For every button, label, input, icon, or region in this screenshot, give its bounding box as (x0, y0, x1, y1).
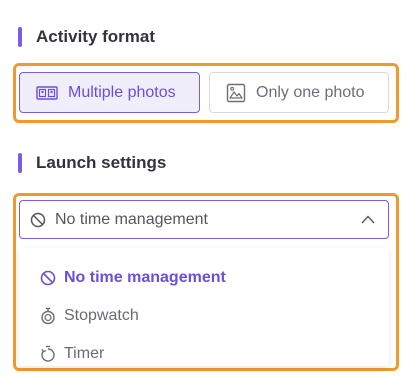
no-time-icon (40, 270, 56, 286)
no-time-icon (30, 212, 46, 228)
activity-format-title: Activity format (36, 27, 156, 46)
timer-icon (40, 345, 56, 363)
activity-format-heading: Activity format (18, 26, 155, 48)
option-label: No time management (64, 269, 226, 286)
image-icon (226, 83, 246, 103)
stopwatch-icon (40, 307, 56, 325)
only-one-photo-label: Only one photo (256, 83, 365, 101)
photos-icon (36, 85, 58, 100)
launch-settings-heading: Launch settings (18, 152, 166, 174)
launch-settings-title: Launch settings (36, 153, 167, 172)
multiple-photos-label: Multiple photos (68, 83, 176, 101)
option-no-time-management[interactable]: No time management (40, 267, 226, 289)
multiple-photos-button[interactable]: Multiple photos (19, 72, 200, 113)
time-management-dropdown: No time management Stopwatch Timer (19, 248, 389, 366)
option-stopwatch[interactable]: Stopwatch (40, 305, 139, 327)
section-accent-bar (18, 27, 22, 47)
only-one-photo-button[interactable]: Only one photo (209, 72, 389, 113)
time-management-select[interactable]: No time management (19, 200, 389, 239)
chevron-up-icon (360, 212, 376, 228)
select-current-value: No time management (55, 210, 208, 228)
option-label: Timer (64, 345, 105, 362)
option-timer[interactable]: Timer (40, 343, 104, 365)
section-accent-bar (18, 153, 22, 173)
option-label: Stopwatch (64, 307, 139, 324)
